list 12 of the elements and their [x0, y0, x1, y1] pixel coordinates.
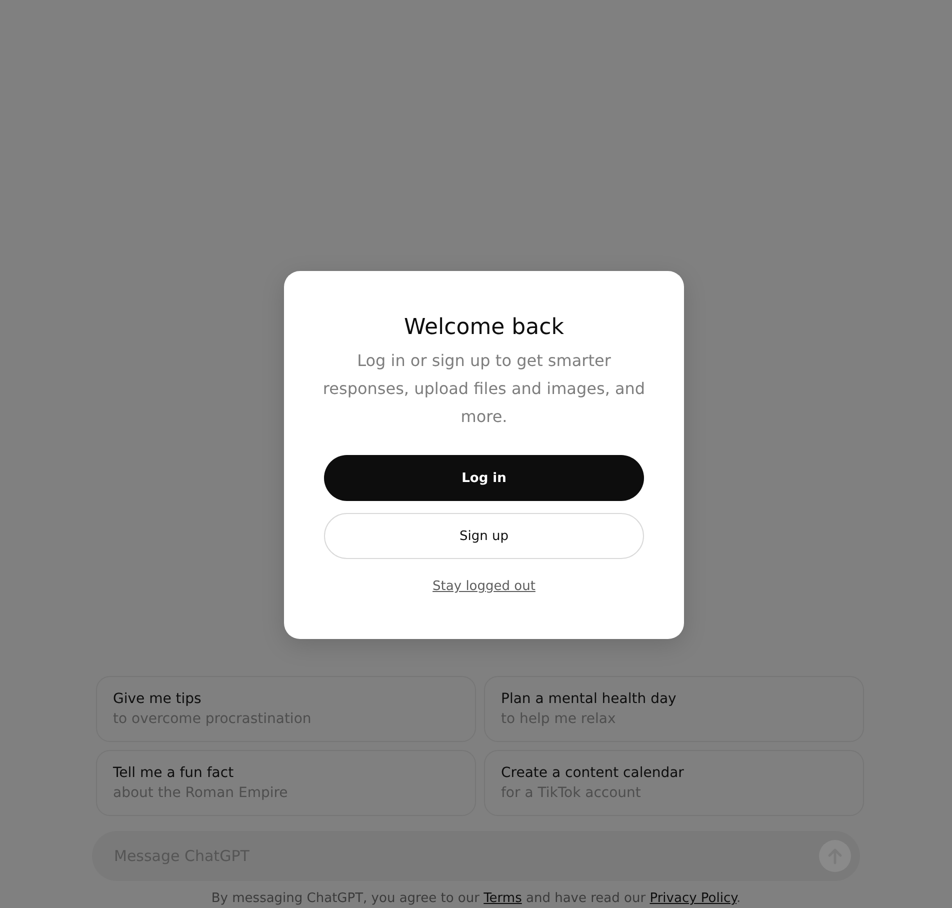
terms-link[interactable]: Terms	[484, 891, 522, 906]
signup-button[interactable]: Sign up	[324, 513, 644, 559]
dialog-message: Log in or sign up to get smarter responses, upload files and images, and more.	[322, 350, 646, 428]
suggestion-title: Give me tips	[113, 691, 202, 707]
stay-logged-out-link[interactable]: Stay logged out	[432, 579, 536, 594]
disclaimer-text: By messaging ChatGPT, you agree to our Terms and have read our Privacy Policy.	[211, 891, 741, 906]
privacy-policy-link[interactable]: Privacy Policy	[650, 891, 736, 906]
suggestion-title: Tell me a fun fact	[113, 765, 234, 781]
login-button[interactable]: Log in	[324, 455, 644, 501]
suggestion-title: Plan a mental health day	[501, 691, 676, 707]
dialog-title: Welcome back	[404, 314, 564, 342]
suggestion-title: Create a content calendar	[501, 765, 684, 781]
